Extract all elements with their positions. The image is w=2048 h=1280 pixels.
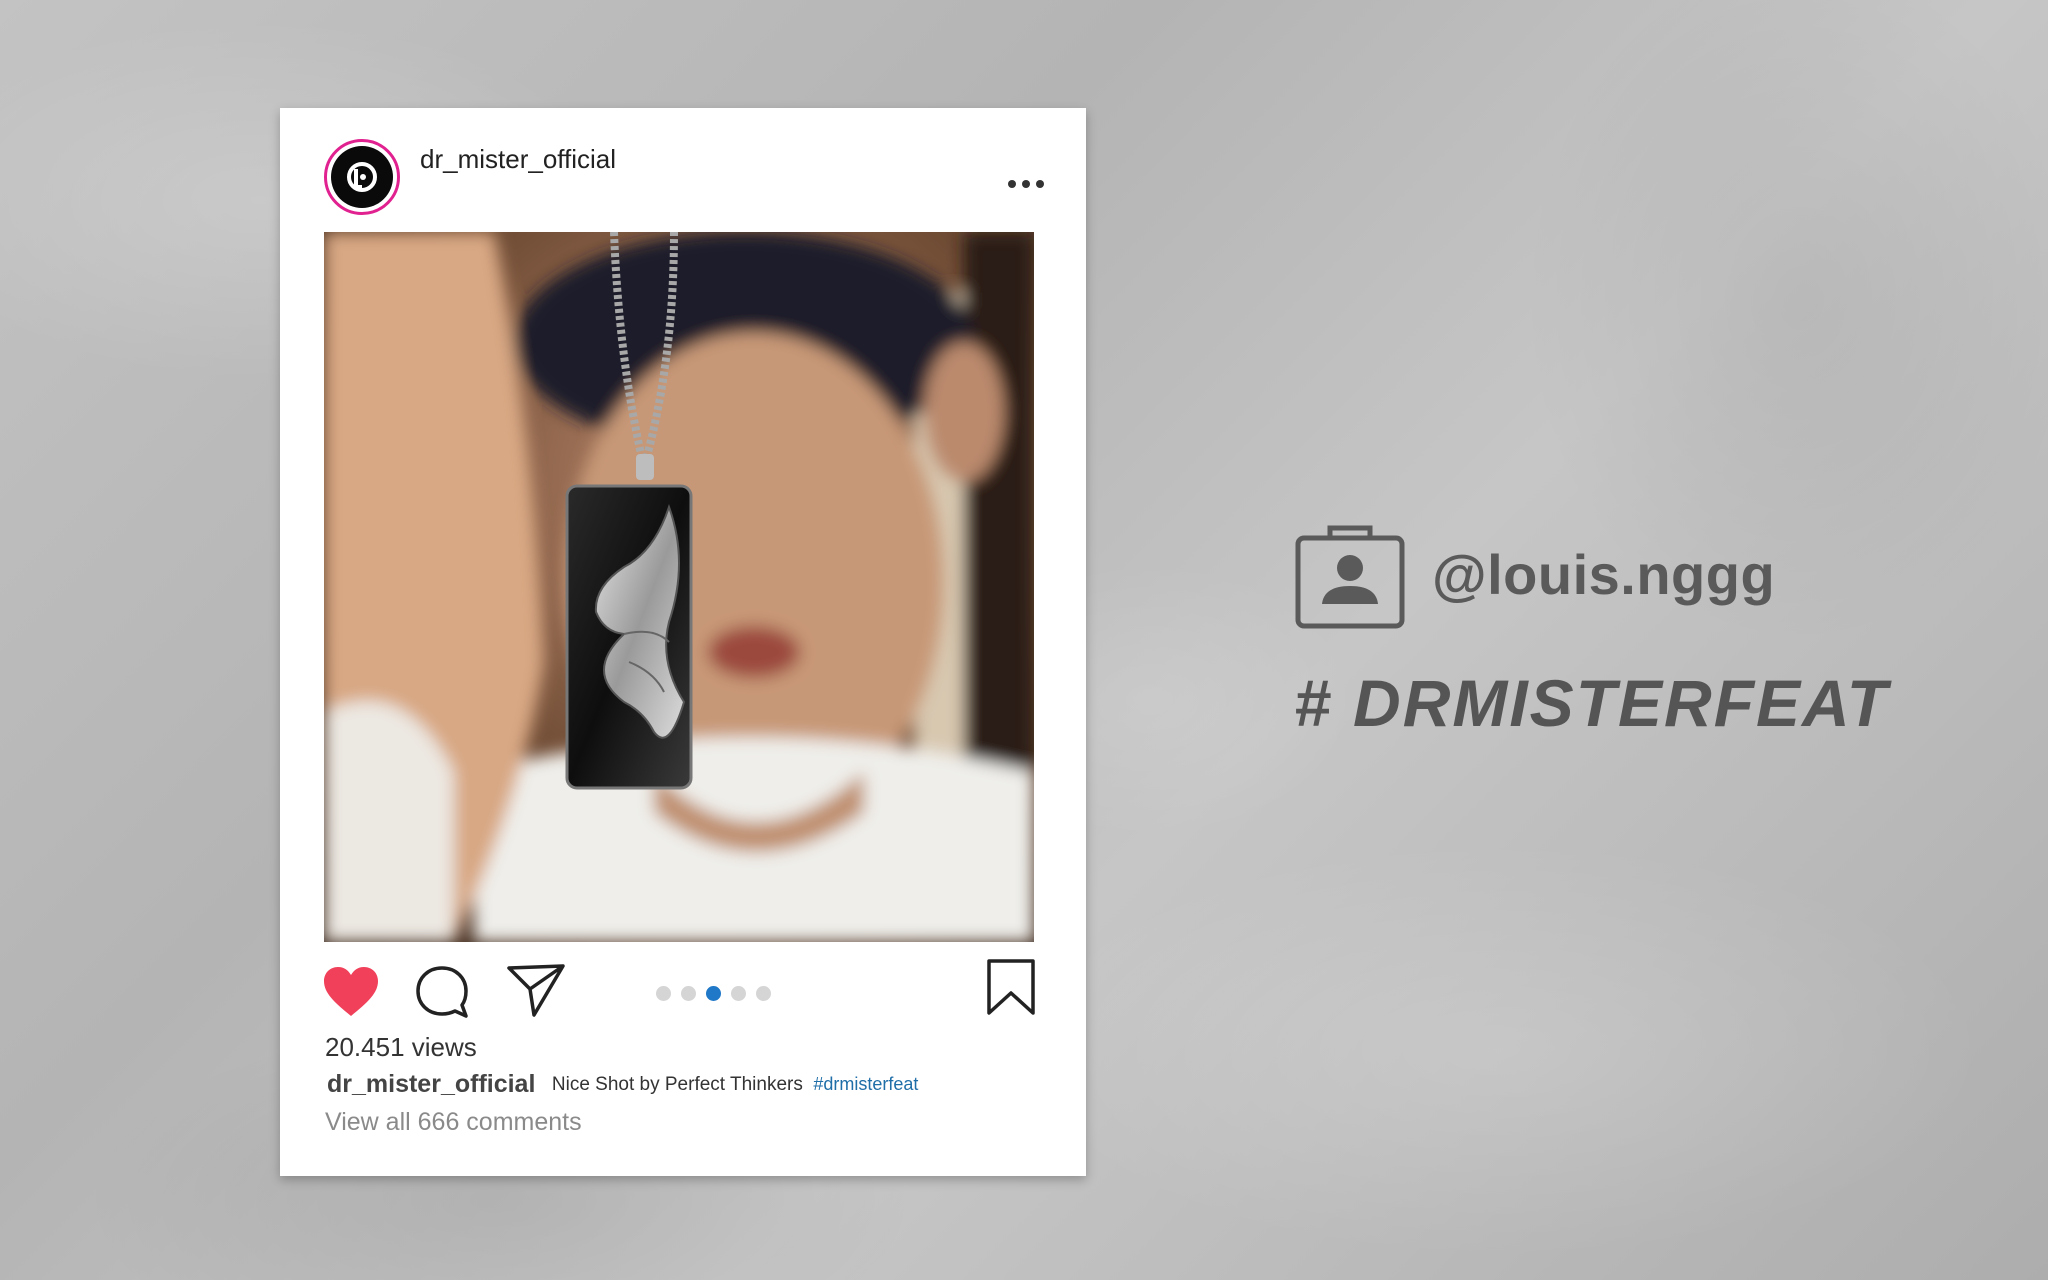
post-actions-bar bbox=[320, 958, 1050, 1028]
post-username[interactable]: dr_mister_official bbox=[420, 144, 616, 175]
instagram-post-card: dr_mister_official 20.451 views dr_miste… bbox=[280, 108, 1086, 1176]
share-icon[interactable] bbox=[506, 962, 566, 1023]
caption: dr_mister_official Nice Shot by Perfect … bbox=[327, 1070, 918, 1099]
comment-icon[interactable] bbox=[414, 964, 470, 1025]
bookmark-icon[interactable] bbox=[986, 958, 1036, 1021]
view-count: 20.451 views bbox=[325, 1032, 477, 1062]
avatar[interactable] bbox=[324, 139, 400, 215]
contact-card-icon bbox=[1294, 524, 1406, 635]
carousel-dot[interactable] bbox=[731, 986, 746, 1001]
carousel-dot[interactable] bbox=[756, 986, 771, 1001]
caption-username[interactable]: dr_mister_official bbox=[327, 1070, 535, 1098]
post-photo[interactable] bbox=[324, 232, 1034, 942]
carousel-dot[interactable] bbox=[681, 986, 696, 1001]
instagram-handle: @louis.nggg bbox=[1432, 543, 1776, 606]
carousel-dot-active[interactable] bbox=[706, 986, 721, 1001]
contact-handle: @louis.nggg bbox=[1294, 524, 1854, 634]
view-comments-link[interactable]: View all 666 comments bbox=[325, 1108, 582, 1137]
caption-hashtag-link[interactable]: #drmisterfeat bbox=[813, 1074, 918, 1094]
campaign-hashtag: # DRMISTERFEAT bbox=[1294, 666, 1890, 740]
more-options-icon[interactable] bbox=[1006, 172, 1046, 196]
carousel-dot[interactable] bbox=[656, 986, 671, 1001]
heart-icon[interactable] bbox=[322, 966, 380, 1023]
dr-logo-icon bbox=[331, 146, 393, 208]
carousel-indicator bbox=[656, 986, 771, 1001]
caption-text: Nice Shot by Perfect Thinkers bbox=[551, 1073, 803, 1095]
